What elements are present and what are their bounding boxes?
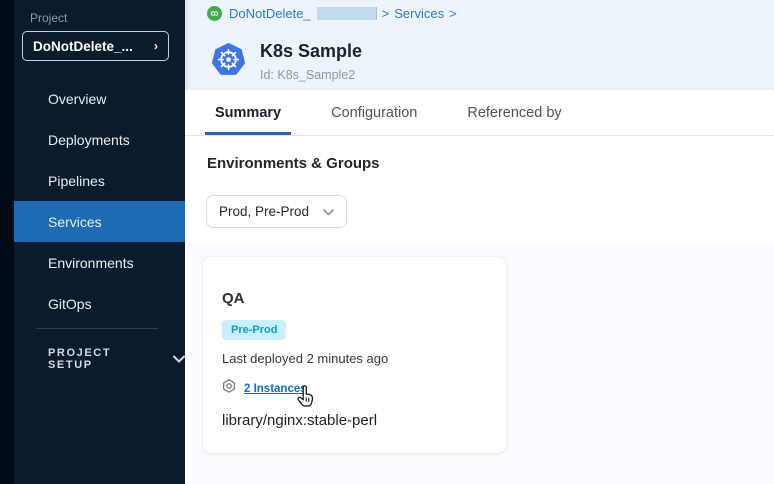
project-sidebar: Project DoNotDelete_... › Overview Deplo…	[14, 0, 185, 484]
sidebar-item-overview[interactable]: Overview	[14, 78, 185, 119]
breadcrumb: DoNotDelete_ > Services >	[207, 6, 457, 21]
kubernetes-icon	[210, 42, 247, 78]
chevron-right-icon: ›	[154, 39, 158, 53]
breadcrumb-services-link[interactable]: Services	[394, 6, 444, 21]
tab-summary[interactable]: Summary	[213, 90, 283, 135]
environments-section: Environments & Groups Prod, Pre-Prod	[185, 137, 774, 243]
main-panel: DoNotDelete_ > Services >	[185, 0, 774, 484]
project-setup-label: PROJECT SETUP	[48, 347, 147, 371]
service-id: Id: K8s_Sample2	[260, 68, 362, 82]
sidebar-divider	[36, 328, 158, 329]
page-title: K8s Sample	[260, 42, 362, 62]
sidebar-item-services[interactable]: Services	[14, 201, 185, 242]
sidebar-item-pipelines[interactable]: Pipelines	[14, 160, 185, 201]
project-setup-toggle[interactable]: PROJECT SETUP	[48, 347, 185, 371]
tab-configuration[interactable]: Configuration	[329, 90, 419, 135]
app-window: Project DoNotDelete_... › Overview Deplo…	[0, 0, 774, 484]
environment-filter-dropdown[interactable]: Prod, Pre-Prod	[206, 195, 347, 228]
sidebar-nav: Overview Deployments Pipelines Services …	[14, 78, 185, 324]
environment-cards-area: QA Pre-Prod Last deployed 2 minutes ago …	[185, 243, 774, 484]
environment-type-badge: Pre-Prod	[222, 320, 286, 340]
sidebar-item-gitops[interactable]: GitOps	[14, 283, 185, 324]
instances-link[interactable]: 2 Instances	[244, 383, 307, 395]
project-selector[interactable]: DoNotDelete_... ›	[22, 31, 169, 61]
breadcrumb-separator: >	[382, 6, 390, 21]
project-label: Project	[30, 11, 67, 25]
environment-card-qa[interactable]: QA Pre-Prod Last deployed 2 minutes ago …	[203, 257, 506, 453]
last-deployed-text: Last deployed 2 minutes ago	[222, 351, 388, 366]
chevron-down-icon	[173, 355, 185, 363]
instances-icon	[222, 379, 236, 398]
service-tabs: Summary Configuration Referenced by	[185, 90, 774, 136]
tab-referenced-by[interactable]: Referenced by	[465, 90, 563, 135]
environment-name: QA	[222, 290, 245, 307]
sidebar-item-deployments[interactable]: Deployments	[14, 119, 185, 160]
service-title-block: K8s Sample Id: K8s_Sample2	[210, 42, 362, 82]
artifact-name: library/nginx:stable-perl	[222, 412, 377, 429]
breadcrumb-project-link[interactable]: DoNotDelete_	[229, 6, 311, 21]
sidebar-item-environments[interactable]: Environments	[14, 242, 185, 283]
section-heading: Environments & Groups	[207, 155, 380, 172]
instances-row: 2 Instances	[222, 379, 307, 398]
project-icon	[207, 6, 222, 21]
breadcrumb-separator: >	[449, 6, 457, 21]
redacted-project-name	[317, 7, 377, 20]
project-selector-value: DoNotDelete_...	[33, 39, 133, 54]
chevron-down-icon	[323, 203, 334, 221]
nav-rail	[0, 0, 14, 484]
service-header: DoNotDelete_ > Services >	[185, 0, 774, 90]
environment-filter-value: Prod, Pre-Prod	[219, 204, 309, 219]
